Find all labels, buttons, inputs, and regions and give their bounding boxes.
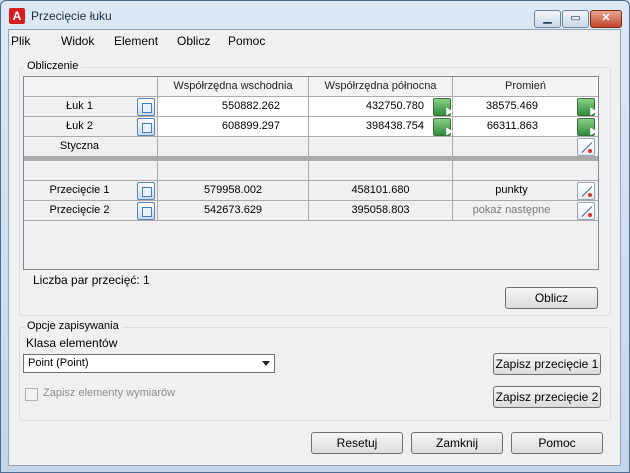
calculation-group-title: Obliczenie <box>24 60 82 72</box>
save-intersection-1-button[interactable]: Zapisz przecięcie 1 <box>493 353 601 375</box>
column-header-east: Współrzędna wschodnia <box>158 77 308 96</box>
arc-2-north-field[interactable]: 398438.754 <box>309 117 452 136</box>
separator-row-label <box>24 161 157 180</box>
arc-2-east-field[interactable]: 608899.297 <box>158 117 308 136</box>
intersection-1-east-value: 579958.002 <box>158 181 308 200</box>
arc-2-label: Łuk 2 <box>66 120 93 132</box>
intersection-1-points-icon[interactable] <box>577 182 595 200</box>
save-intersection-2-button[interactable]: Zapisz przecięcie 2 <box>493 386 601 408</box>
calculate-button[interactable]: Oblicz <box>505 287 598 309</box>
column-header-north: Współrzędna północna <box>309 77 452 96</box>
tangent-east-cell <box>158 137 308 156</box>
intersection-2-north-value: 395058.803 <box>309 201 452 220</box>
menu-bar: Plik Widok Element Oblicz Pomoc <box>9 30 620 52</box>
menu-plik[interactable]: Plik <box>11 34 30 48</box>
intersection-2-label: Przecięcie 2 <box>49 204 110 216</box>
title-bar[interactable]: A Przecięcie łuku ▁ ▭ ✕ <box>1 1 629 31</box>
menu-widok[interactable]: Widok <box>61 34 94 48</box>
calculation-grid: Współrzędna wschodnia Współrzędna północ… <box>23 76 599 270</box>
row-label-tangent: Styczna <box>24 137 157 156</box>
help-button[interactable]: Pomoc <box>511 432 603 454</box>
tangent-north-cell <box>309 137 452 156</box>
pick-arc-1-point-icon[interactable] <box>433 98 451 116</box>
minimize-button[interactable]: ▁ <box>534 10 561 28</box>
pick-arc-2-point-icon[interactable] <box>433 118 451 136</box>
menu-element[interactable]: Element <box>114 34 158 48</box>
select-arc-2-button[interactable] <box>137 118 155 136</box>
pick-arc-2-radius-icon[interactable] <box>577 118 595 136</box>
close-window-button[interactable]: ✕ <box>590 10 622 28</box>
close-button[interactable]: Zamknij <box>411 432 503 454</box>
element-class-select[interactable]: Point (Point) <box>23 354 275 373</box>
reset-button[interactable]: Resetuj <box>311 432 403 454</box>
select-tangent-line-icon[interactable] <box>577 138 595 156</box>
intersection-1-north-value: 458101.680 <box>309 181 452 200</box>
select-intersection-2-button[interactable] <box>137 202 155 220</box>
menu-oblicz[interactable]: Oblicz <box>177 34 210 48</box>
intersection-1-label: Przecięcie 1 <box>49 184 110 196</box>
app-logo-icon: A <box>9 8 25 24</box>
element-class-value: Point (Point) <box>28 357 89 369</box>
window-title: Przecięcie łuku <box>31 9 112 23</box>
separator-row-radius <box>453 161 598 180</box>
arc-1-north-field[interactable]: 432750.780 <box>309 97 452 116</box>
select-arc-1-button[interactable] <box>137 98 155 116</box>
pick-arc-1-radius-icon[interactable] <box>577 98 595 116</box>
maximize-button[interactable]: ▭ <box>562 10 589 28</box>
separator-row-east <box>158 161 308 180</box>
tangent-label: Styczna <box>59 140 100 152</box>
arc-1-east-field[interactable]: 550882.262 <box>158 97 308 116</box>
intersection-2-east-value: 542673.629 <box>158 201 308 220</box>
pair-count-text: Liczba par przecięć: 1 <box>33 273 150 287</box>
intersection-2-points-icon[interactable] <box>577 202 595 220</box>
grid-corner <box>24 77 157 96</box>
arc-1-label: Łuk 1 <box>66 100 93 112</box>
save-dimensions-checkbox[interactable] <box>25 388 38 401</box>
menu-pomoc[interactable]: Pomoc <box>228 34 265 48</box>
column-header-radius: Promień <box>453 77 598 96</box>
save-dimensions-label: Zapisz elementy wymiarów <box>43 387 176 399</box>
select-intersection-1-button[interactable] <box>137 182 155 200</box>
separator-row-north <box>309 161 452 180</box>
save-options-group-title: Opcje zapisywania <box>24 320 122 332</box>
chevron-down-icon[interactable] <box>262 361 270 366</box>
grid-empty-area <box>24 221 598 269</box>
element-class-label: Klasa elementów <box>26 336 118 350</box>
